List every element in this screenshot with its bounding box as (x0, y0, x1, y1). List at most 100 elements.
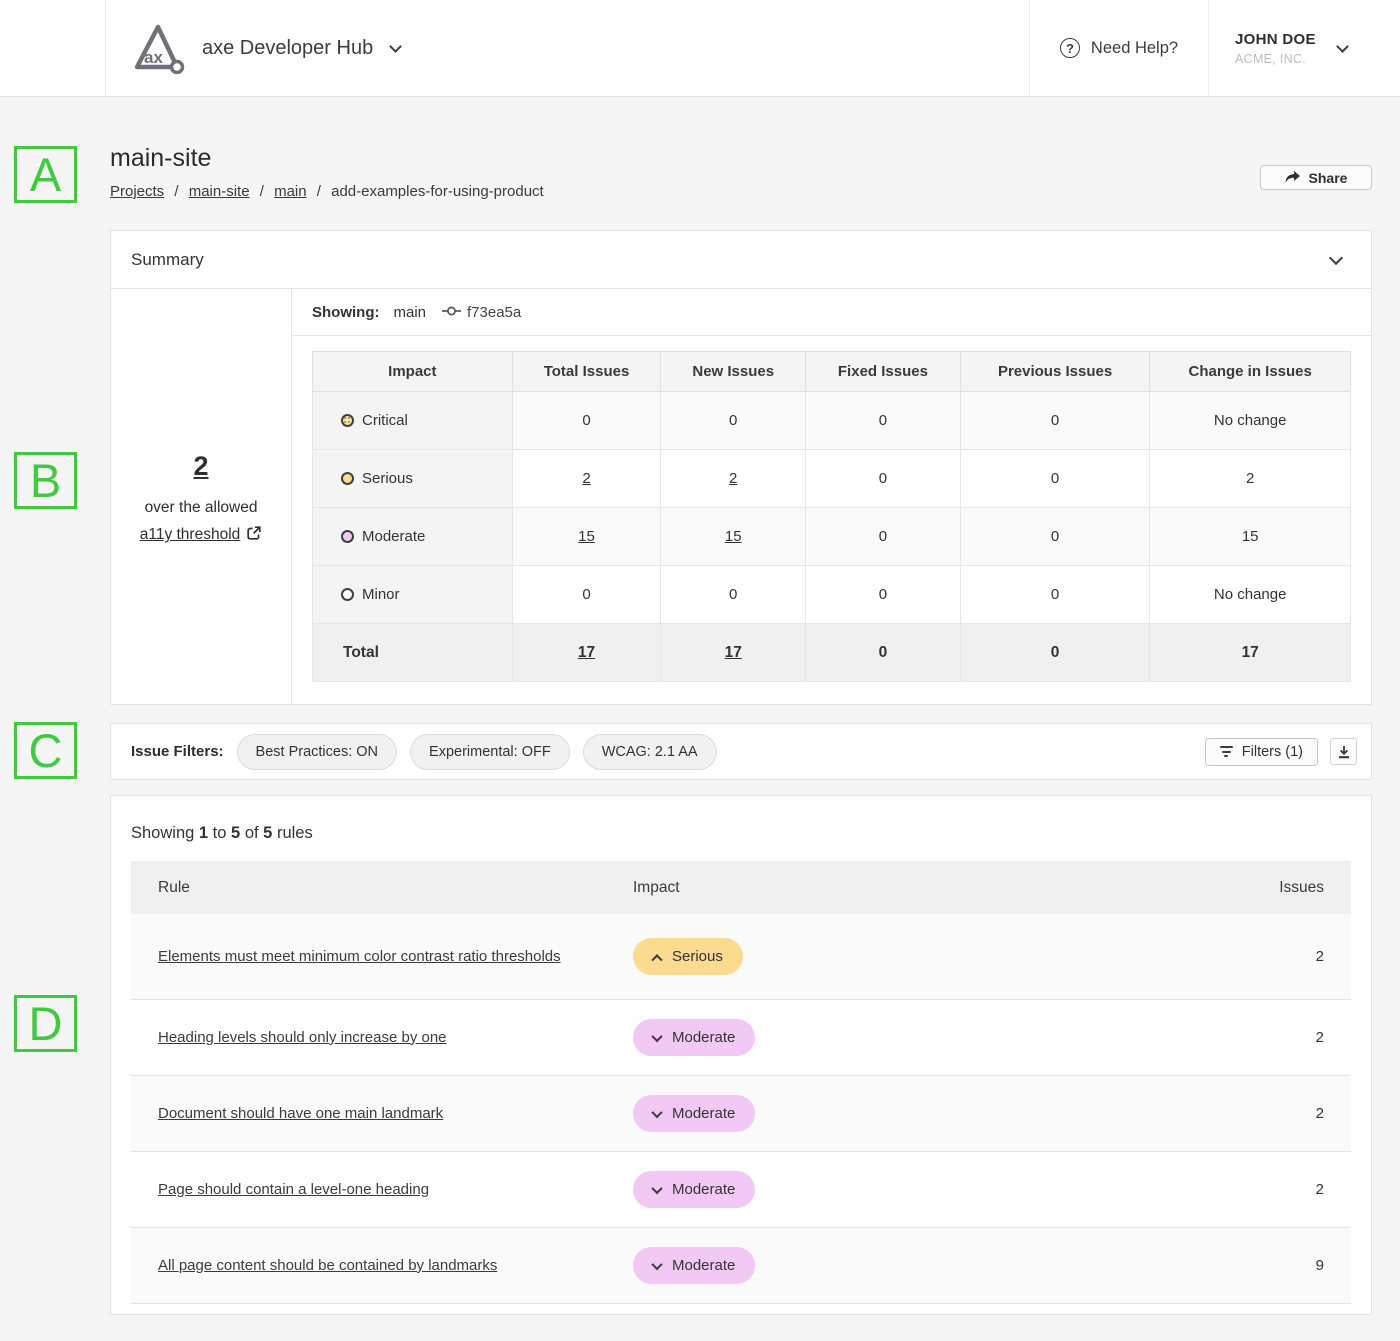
col-fixed-issues: Fixed Issues (806, 352, 961, 392)
rule-link[interactable]: All page content should be contained by … (158, 1257, 497, 1274)
rule-row-content-landmarks: All page content should be contained by … (131, 1228, 1351, 1304)
commit-hash: f73ea5a (467, 304, 521, 321)
moderate-new-link[interactable]: 15 (725, 528, 742, 545)
critical-fixed: 0 (806, 392, 961, 450)
total-total-link[interactable]: 17 (578, 644, 595, 661)
impact-label: Critical (362, 412, 408, 429)
summary-table: Impact Total Issues New Issues Fixed Iss… (312, 351, 1351, 682)
critical-new: 0 (661, 392, 806, 450)
serious-fixed: 0 (806, 450, 961, 508)
showing-from: 1 (199, 824, 208, 842)
chevron-down-icon (651, 1030, 662, 1041)
rule-issue-count: 2 (1234, 1105, 1324, 1122)
showing-total: 5 (263, 824, 272, 842)
breadcrumb-main[interactable]: main (274, 183, 307, 200)
page-title: main-site (110, 144, 544, 173)
annotation-a: A (14, 146, 77, 203)
rule-issue-count: 2 (1234, 1181, 1324, 1198)
download-button[interactable] (1330, 738, 1357, 765)
impact-chip-moderate[interactable]: Moderate (633, 1247, 755, 1284)
rules-col-issues: Issues (1234, 879, 1324, 897)
summary-header-toggle[interactable]: Summary (111, 231, 1371, 288)
serious-dot-icon (341, 472, 354, 485)
critical-previous: 0 (960, 392, 1150, 450)
chip-experimental[interactable]: Experimental: OFF (410, 734, 570, 770)
breadcrumb-separator: / (317, 183, 321, 200)
issue-filters-bar: Issue Filters: Best Practices: ON Experi… (110, 723, 1372, 780)
rules-col-impact: Impact (633, 879, 1234, 897)
serious-new-link[interactable]: 2 (729, 470, 737, 487)
rule-issue-count: 2 (1234, 948, 1324, 965)
total-new-link[interactable]: 17 (725, 644, 742, 661)
critical-change: No change (1150, 392, 1351, 450)
total-change: 17 (1150, 624, 1351, 682)
impact-chip-serious[interactable]: Serious (633, 938, 743, 975)
serious-change: 2 (1150, 450, 1351, 508)
share-button[interactable]: Share (1260, 165, 1372, 190)
rule-row-color-contrast: Elements must meet minimum color contras… (131, 914, 1351, 1000)
user-menu[interactable]: JOHN DOE ACME, INC. (1208, 0, 1400, 96)
rule-issue-count: 2 (1234, 1029, 1324, 1046)
app-header-inner: ax axe Developer Hub ? Need Help? JOHN D… (105, 0, 1400, 96)
table-row-total: Total 17 17 0 0 17 (313, 624, 1351, 682)
app-title-dropdown[interactable]: ax axe Developer Hub (106, 22, 400, 74)
breadcrumb-main-site[interactable]: main-site (189, 183, 250, 200)
showing-to: 5 (231, 824, 240, 842)
impact-chip-moderate[interactable]: Moderate (633, 1171, 755, 1208)
threshold-count-link[interactable]: 2 (193, 443, 208, 490)
download-icon (1337, 745, 1351, 759)
moderate-dot-icon (341, 530, 354, 543)
breadcrumb: Projects / main-site / main / add-exampl… (110, 183, 544, 200)
commit-icon (442, 304, 461, 321)
rule-link[interactable]: Elements must meet minimum color contras… (158, 948, 561, 965)
chip-wcag[interactable]: WCAG: 2.1 AA (583, 734, 717, 770)
rule-link[interactable]: Document should have one main landmark (158, 1105, 443, 1122)
col-impact: Impact (313, 352, 513, 392)
user-org: ACME, INC. (1235, 52, 1316, 66)
axe-logo-icon: ax (131, 22, 185, 74)
rules-table-header: Rule Impact Issues (131, 861, 1351, 914)
rule-row-main-landmark: Document should have one main landmark M… (131, 1076, 1351, 1152)
need-help-label: Need Help? (1091, 39, 1178, 58)
rule-row-heading-levels: Heading levels should only increase by o… (131, 1000, 1351, 1076)
chip-best-practices[interactable]: Best Practices: ON (237, 734, 397, 770)
share-label: Share (1309, 170, 1348, 186)
need-help-button[interactable]: ? Need Help? (1029, 0, 1208, 96)
serious-total-link[interactable]: 2 (582, 470, 590, 487)
impact-chip-moderate[interactable]: Moderate (633, 1019, 755, 1056)
showing-row: Showing: main f73ea5a (292, 289, 1371, 336)
col-total-issues: Total Issues (512, 352, 661, 392)
total-fixed: 0 (806, 624, 961, 682)
critical-dot-icon (341, 414, 354, 427)
branch-name: main (394, 304, 427, 321)
col-new-issues: New Issues (661, 352, 806, 392)
table-row-moderate: Moderate 15 15 0 0 15 (313, 508, 1351, 566)
total-label: Total (313, 624, 513, 682)
minor-change: No change (1150, 566, 1351, 624)
moderate-fixed: 0 (806, 508, 961, 566)
a11y-threshold-link[interactable]: a11y threshold (140, 526, 241, 543)
breadcrumb-projects[interactable]: Projects (110, 183, 164, 200)
chevron-up-icon (651, 954, 662, 965)
external-link-icon (246, 528, 262, 545)
rule-issue-count: 9 (1234, 1257, 1324, 1274)
annotation-d: D (14, 995, 77, 1052)
rule-link[interactable]: Heading levels should only increase by o… (158, 1029, 447, 1046)
breadcrumb-current: add-examples-for-using-product (331, 183, 544, 200)
total-previous: 0 (960, 624, 1150, 682)
impact-chip-moderate[interactable]: Moderate (633, 1095, 755, 1132)
rule-link[interactable]: Page should contain a level-one heading (158, 1181, 429, 1198)
moderate-previous: 0 (960, 508, 1150, 566)
filters-button[interactable]: Filters (1) (1205, 738, 1318, 766)
impact-label: Minor (362, 586, 400, 603)
share-icon (1285, 171, 1300, 184)
chevron-down-icon (389, 40, 402, 53)
chevron-down-icon (651, 1182, 662, 1193)
minor-fixed: 0 (806, 566, 961, 624)
table-row-serious: Serious 2 2 0 0 2 (313, 450, 1351, 508)
moderate-total-link[interactable]: 15 (578, 528, 595, 545)
minor-previous: 0 (960, 566, 1150, 624)
chevron-down-icon (651, 1258, 662, 1269)
table-row-minor: Minor 0 0 0 0 No change (313, 566, 1351, 624)
impact-label: Moderate (362, 528, 425, 545)
